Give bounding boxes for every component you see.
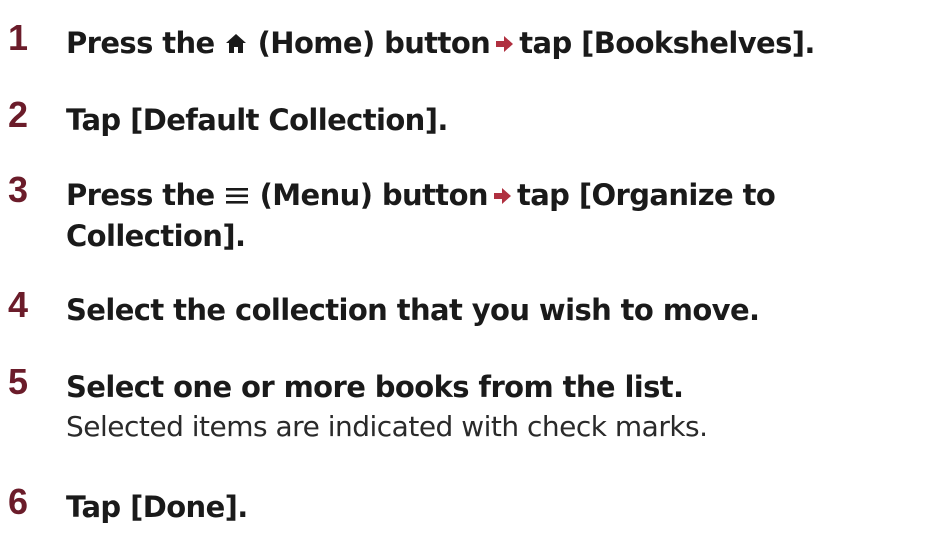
step-text-part: (Menu) button [250,178,489,212]
step-2: 2 Tap [Default Collection]. [0,95,944,141]
step-1: 1 Press the (Home) button tap [Bookshelve… [0,18,944,64]
step-text-part: (Home) button [248,26,491,60]
step-number: 6 [8,481,29,522]
step-note: Selected items are indicated with check … [66,410,708,443]
step-number: 4 [8,284,29,325]
step-text-part: tap [Organize to [516,178,776,212]
step-number: 3 [8,169,29,210]
step-text-part: Press the [66,26,225,60]
step-3: 3 Press the (Menu) button tap [Organize t… [0,170,944,258]
step-instruction: Tap [Done]. [66,490,248,524]
step-instruction: Press the (Menu) button tap [Organize to C… [66,176,940,255]
procedure-steps: 1 Press the (Home) button tap [Bookshelve… [0,0,944,540]
step-instruction: Select one or more books from the list. [66,370,684,404]
step-text-part: Collection]. [66,219,246,253]
step-instruction: Press the (Home) button tap [Bookshelves]… [66,24,940,65]
step-number: 5 [8,361,29,402]
arrow-right-icon [492,177,512,215]
step-text-part: Press the [66,178,225,212]
arrow-right-icon [494,25,514,63]
step-text-part: tap [Bookshelves]. [519,26,815,60]
step-4: 4 Select the collection that you wish to… [0,285,944,331]
home-icon [224,27,248,65]
step-instruction: Select the collection that you wish to m… [66,293,760,327]
menu-icon [224,179,250,217]
step-instruction: Tap [Default Collection]. [66,103,448,137]
step-5: 5 Select one or more books from the list… [0,362,944,448]
step-number: 1 [8,17,29,58]
step-number: 2 [8,94,29,135]
step-6: 6 Tap [Done]. [0,482,944,528]
